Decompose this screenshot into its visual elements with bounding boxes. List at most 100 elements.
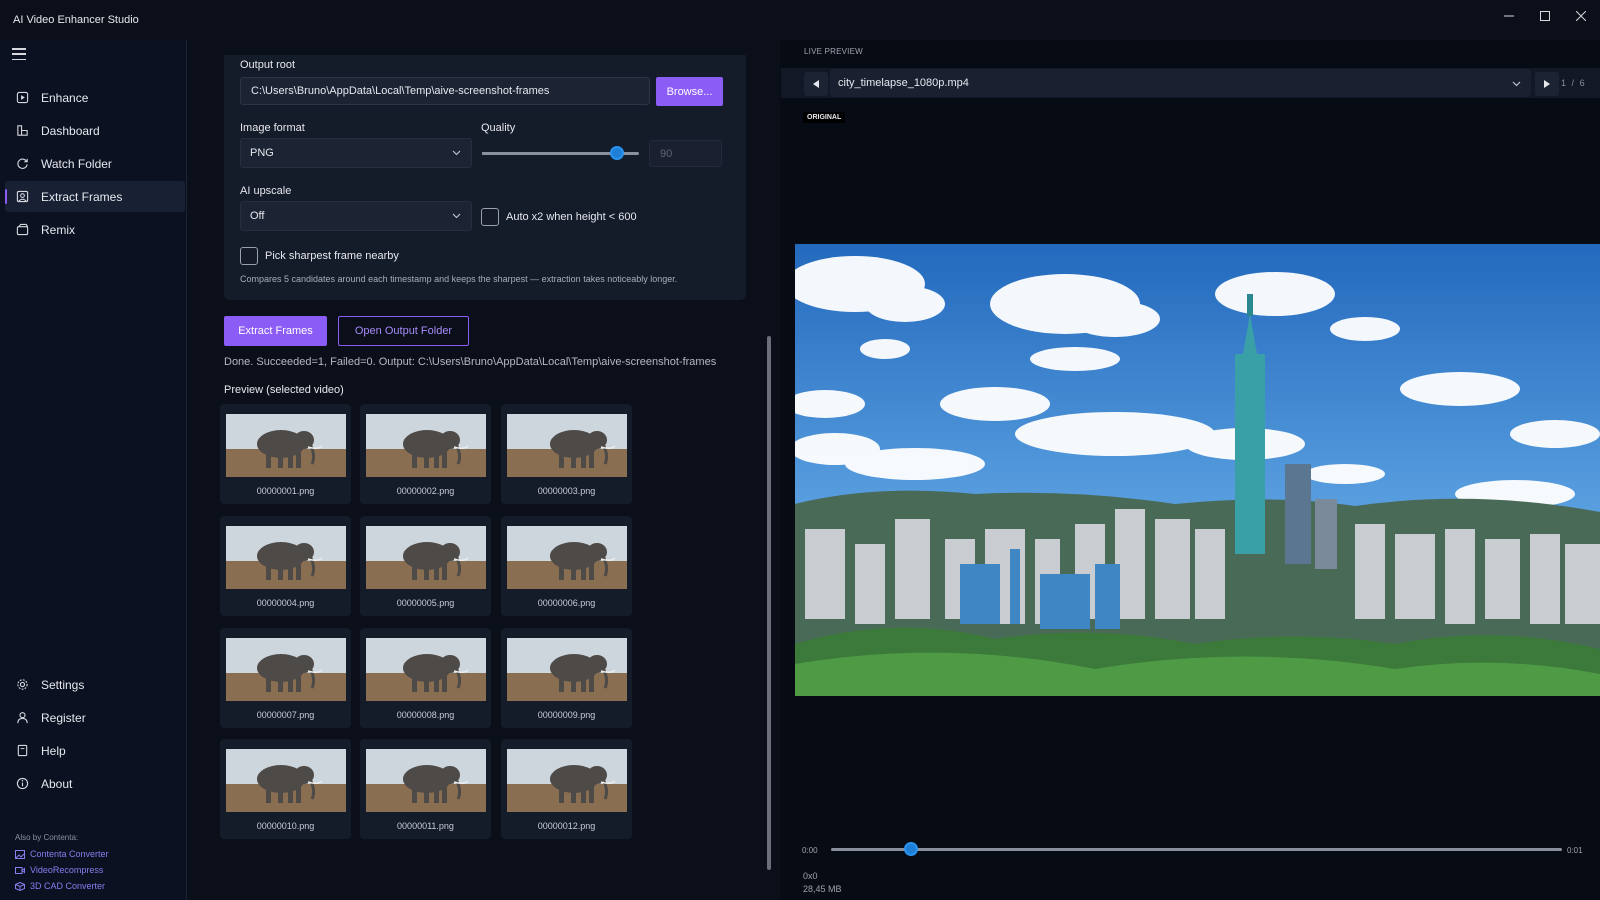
info-icon [15, 777, 29, 791]
sidebar-item-label: Enhance [41, 90, 89, 105]
status-text: Done. Succeeded=1, Failed=0. Output: C:\… [224, 356, 717, 368]
extract-frames-icon [15, 190, 29, 204]
quality-slider[interactable] [482, 146, 639, 160]
quality-input[interactable]: 90 [649, 140, 722, 167]
video-file-name: city_timelapse_1080p.mp4 [838, 77, 969, 89]
gear-icon [15, 678, 29, 692]
sidebar-item-dashboard[interactable]: Dashboard [5, 115, 185, 146]
frame-thumbnail[interactable]: 00000007.png [220, 628, 351, 728]
enhance-icon [15, 91, 29, 105]
image-format-label: Image format [240, 122, 305, 134]
image-format-select[interactable]: PNG [240, 138, 472, 168]
maximize-icon[interactable] [1528, 4, 1562, 28]
frame-thumbnail[interactable]: 00000001.png [220, 404, 351, 504]
elephant-frame-image [366, 749, 486, 812]
seek-slider[interactable] [831, 842, 1562, 856]
open-output-folder-button[interactable]: Open Output Folder [338, 316, 469, 346]
pick-sharpest-checkbox[interactable] [240, 247, 258, 265]
auto-x2-checkbox[interactable] [481, 208, 499, 226]
frame-filename: 00000011.png [397, 821, 454, 831]
elephant-frame-image [507, 526, 627, 589]
frame-thumbnail[interactable]: 00000008.png [360, 628, 491, 728]
pick-sharpest-label: Pick sharpest frame nearby [265, 250, 399, 262]
frame-thumbnail[interactable]: 00000009.png [501, 628, 632, 728]
chevron-down-icon [1512, 81, 1521, 87]
elephant-frame-image [366, 414, 486, 477]
frame-filename: 00000006.png [537, 598, 596, 608]
video-preview-image [795, 244, 1600, 696]
frame-thumbnail[interactable]: 00000003.png [501, 404, 632, 504]
sidebar-item-label: Watch Folder [41, 156, 112, 171]
frame-filename: 00000012.png [537, 821, 596, 831]
minimize-icon[interactable] [1492, 4, 1526, 28]
sidebar-item-enhance[interactable]: Enhance [5, 82, 185, 113]
user-icon [15, 711, 29, 725]
video-file-size: 28,45 MB [803, 884, 842, 894]
frame-thumbnail[interactable]: 00000002.png [360, 404, 491, 504]
triangle-right-icon [1544, 80, 1550, 88]
ai-upscale-label: AI upscale [240, 185, 292, 197]
output-root-label: Output root [240, 59, 296, 71]
image-format-value: PNG [250, 147, 274, 159]
also-by-label: Also by Contenta: [15, 833, 79, 842]
dashboard-icon [15, 124, 29, 138]
title-bar: AI Video Enhancer Studio [0, 0, 1600, 40]
chevron-down-icon [452, 213, 461, 219]
extract-frames-button[interactable]: Extract Frames [224, 316, 327, 346]
frame-thumbnail[interactable]: 00000004.png [220, 516, 351, 616]
sidebar-item-extract-frames[interactable]: Extract Frames [5, 181, 185, 212]
watch-folder-icon [15, 157, 29, 171]
sidebar-item-watch-folder[interactable]: Watch Folder [5, 148, 185, 179]
frame-filename: 00000008.png [396, 710, 455, 720]
triangle-left-icon [813, 80, 819, 88]
preview-section-title: Preview (selected video) [224, 384, 344, 396]
ai-upscale-select[interactable]: Off [240, 201, 472, 231]
frame-filename: 00000010.png [256, 821, 315, 831]
elephant-frame-image [507, 749, 627, 812]
sidebar: Enhance Dashboard Watch Folder Extract F… [0, 40, 187, 900]
live-preview-label: LIVE PREVIEW [804, 47, 863, 56]
time-start: 0:00 [802, 846, 818, 855]
frame-filename: 00000002.png [396, 486, 455, 496]
frame-thumbnail[interactable]: 00000005.png [360, 516, 491, 616]
also-link-label: VideoRecompress [30, 865, 104, 875]
counter-separator: / [1571, 78, 1575, 88]
output-root-input[interactable]: C:\Users\Bruno\AppData\Local\Temp\aive-s… [240, 77, 650, 105]
link-3d-cad-converter[interactable]: 3D CAD Converter [15, 881, 105, 891]
link-videorecompress[interactable]: VideoRecompress [15, 865, 103, 875]
hamburger-menu-icon[interactable] [12, 48, 26, 60]
also-link-label: Contenta Converter [30, 849, 109, 859]
elephant-frame-image [507, 414, 627, 477]
elephant-frame-image [366, 638, 486, 701]
sidebar-item-about[interactable]: About [5, 768, 185, 799]
auto-x2-label: Auto x2 when height < 600 [506, 211, 637, 223]
frame-filename: 00000001.png [256, 486, 315, 496]
frame-filename: 00000003.png [537, 486, 596, 496]
link-contenta-converter[interactable]: Contenta Converter [15, 849, 109, 859]
sidebar-item-remix[interactable]: Remix [5, 214, 185, 245]
prev-file-button[interactable] [804, 72, 828, 96]
sidebar-item-settings[interactable]: Settings [5, 669, 185, 700]
browse-button[interactable]: Browse... [656, 77, 723, 106]
frame-thumbnail[interactable]: 00000011.png [360, 739, 491, 839]
frame-filename: 00000007.png [256, 710, 315, 720]
video-file-select[interactable]: city_timelapse_1080p.mp4 [830, 69, 1531, 97]
quality-label: Quality [481, 122, 516, 134]
frame-thumbnail[interactable]: 00000010.png [220, 739, 351, 839]
quality-slider-fill [482, 152, 618, 155]
quality-slider-thumb[interactable] [610, 146, 625, 160]
close-icon[interactable] [1564, 4, 1598, 28]
sidebar-item-help[interactable]: Help [5, 735, 185, 766]
elephant-frame-image [226, 749, 346, 812]
cube-icon [15, 881, 25, 891]
frame-filename: 00000004.png [256, 598, 315, 608]
sidebar-item-register[interactable]: Register [5, 702, 185, 733]
frame-thumbnail[interactable]: 00000012.png [501, 739, 632, 839]
sidebar-item-label: Extract Frames [41, 189, 123, 204]
frame-thumbnail[interactable]: 00000006.png [501, 516, 632, 616]
next-file-button[interactable] [1535, 72, 1559, 96]
sidebar-item-label: Remix [41, 222, 76, 237]
main-panel: Output root C:\Users\Bruno\AppData\Local… [188, 40, 774, 900]
main-scrollbar[interactable] [767, 336, 771, 870]
elephant-frame-image [226, 638, 346, 701]
